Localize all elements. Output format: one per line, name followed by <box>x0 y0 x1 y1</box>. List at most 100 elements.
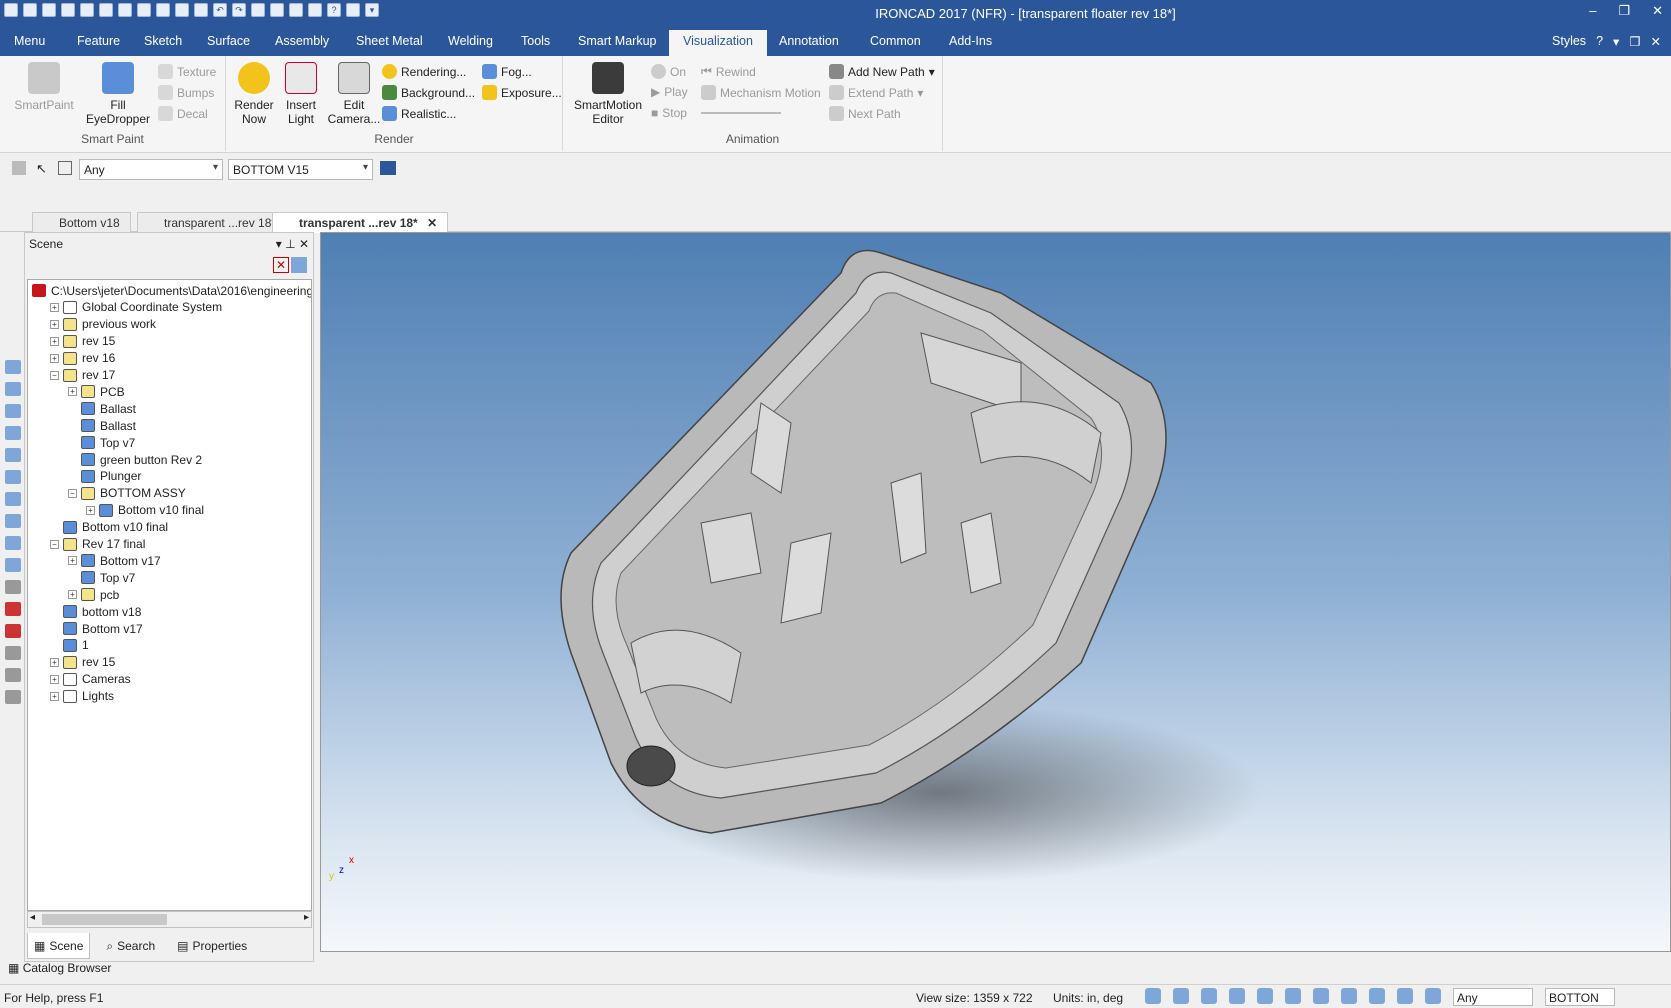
dropdown-icon[interactable]: ▾ <box>276 237 282 251</box>
section-view-icon[interactable] <box>1285 988 1301 1004</box>
zoom-window-icon[interactable] <box>1173 988 1189 1004</box>
decal-button[interactable]: Decal <box>158 106 208 121</box>
render-mode-icon[interactable] <box>1369 988 1385 1004</box>
tab-sketch[interactable]: Sketch <box>144 34 182 48</box>
play-button[interactable]: ▶ Play <box>651 85 688 99</box>
tree-node[interactable]: + rev 15 <box>50 654 115 671</box>
tree-node[interactable]: − rev 17 <box>50 367 115 384</box>
tree-node[interactable]: + Global Coordinate System <box>50 299 222 316</box>
tree-node[interactable]: Bottom v10 final <box>50 519 168 536</box>
tree-node[interactable]: C:\Users\jeter\Documents\Data\2016\engin… <box>32 282 311 299</box>
close-document-icon[interactable]: ✕ <box>1651 34 1661 49</box>
tab-welding[interactable]: Welding <box>448 34 493 48</box>
tree-node[interactable]: + Bottom v17 <box>68 552 161 569</box>
tree-node[interactable]: − BOTTOM ASSY <box>68 485 186 502</box>
3d-viewport[interactable]: x z y <box>320 232 1671 952</box>
select-filter-icon[interactable] <box>12 161 26 175</box>
tree-node[interactable]: + Cameras <box>50 671 131 688</box>
box-select-icon[interactable] <box>58 161 72 175</box>
tree-node[interactable]: green button Rev 2 <box>68 451 202 468</box>
close-icon[interactable]: ✕ <box>299 237 309 251</box>
ribbon-options-icon[interactable]: ▾ <box>1613 34 1619 49</box>
close-icon[interactable]: ✕ <box>427 216 437 230</box>
horizontal-scrollbar[interactable]: ◂ ▸ <box>27 911 312 928</box>
expand-icon[interactable]: + <box>50 691 59 701</box>
filter-icon[interactable] <box>291 257 307 273</box>
tree-node[interactable]: + rev 16 <box>50 350 115 367</box>
tree-node[interactable]: Bottom v17 <box>50 620 143 637</box>
on-button[interactable]: On <box>651 64 686 79</box>
texture-button[interactable]: Texture <box>158 64 216 79</box>
add-new-path-button[interactable]: Add New Path ▾ <box>829 64 935 79</box>
tab-add-ins[interactable]: Add-Ins <box>949 34 992 48</box>
expand-icon[interactable]: + <box>50 336 59 346</box>
tree-node[interactable]: Ballast <box>68 400 136 417</box>
zoom-icon[interactable] <box>1145 988 1161 1004</box>
angle-icon[interactable] <box>5 646 21 660</box>
collapse-icon[interactable]: − <box>50 370 59 380</box>
expand-icon[interactable]: + <box>50 353 59 363</box>
fill-eyedropper-button[interactable]: Fill EyeDropper <box>80 62 156 126</box>
fog-button[interactable]: Fog... <box>482 64 532 79</box>
doc-tab-transparent-2[interactable]: transparent ...rev 18* ✕ <box>272 212 449 233</box>
status-filter-select[interactable]: Any <box>1453 988 1533 1006</box>
tab-common[interactable]: Common <box>870 34 921 48</box>
restore-document-icon[interactable]: ❐ <box>1629 34 1640 49</box>
wireframe-icon[interactable] <box>5 558 21 572</box>
tab-assembly[interactable]: Assembly <box>275 34 329 48</box>
expand-icon[interactable]: + <box>68 556 77 566</box>
restore-icon[interactable]: ❐ <box>1618 3 1630 19</box>
tab-sheet-metal[interactable]: Sheet Metal <box>356 34 423 48</box>
hierarchy-icon[interactable] <box>380 161 396 175</box>
smartpaint-button[interactable]: SmartPaint <box>12 62 76 112</box>
edit-camera-button[interactable]: Edit Camera... <box>326 62 382 126</box>
tree-node[interactable]: Plunger <box>68 468 141 485</box>
camera-view-icon[interactable] <box>1257 988 1273 1004</box>
tree-node[interactable]: + Lights <box>50 688 114 705</box>
scroll-left-icon[interactable]: ◂ <box>30 912 35 923</box>
expand-icon[interactable]: + <box>86 505 95 515</box>
view-select[interactable]: BOTTOM V15 <box>228 159 373 180</box>
rendering-button[interactable]: Rendering... <box>382 64 466 79</box>
tree-node[interactable]: Top v7 <box>68 569 135 586</box>
view-bottom-icon[interactable] <box>5 492 21 506</box>
circle-icon[interactable] <box>5 668 21 682</box>
realistic-button[interactable]: Realistic... <box>382 106 456 121</box>
scroll-thumb[interactable] <box>42 914 167 925</box>
rewind-button[interactable]: ⏮ Rewind <box>701 64 756 79</box>
tree-node[interactable]: + previous work <box>50 316 156 333</box>
view-back-icon[interactable] <box>5 470 21 484</box>
no-icon[interactable] <box>5 690 21 704</box>
view-front-icon[interactable] <box>5 382 21 396</box>
view-left-icon[interactable] <box>5 514 21 528</box>
stop-button[interactable]: ■ Stop <box>651 106 687 120</box>
measure-icon[interactable] <box>5 580 21 594</box>
bumps-button[interactable]: Bumps <box>158 85 214 100</box>
expand-icon[interactable]: + <box>50 657 59 667</box>
tree-node[interactable]: bottom v18 <box>50 603 141 620</box>
doc-tab-transparent-1[interactable]: transparent ...rev 18* <box>137 212 288 232</box>
expand-icon[interactable]: + <box>50 319 59 329</box>
expand-icon[interactable]: + <box>50 302 59 312</box>
extend-path-button[interactable]: Extend Path ▾ <box>829 85 923 100</box>
collapse-icon[interactable]: − <box>50 539 59 549</box>
tree-node[interactable]: + PCB <box>68 383 125 400</box>
view-top-icon[interactable] <box>5 404 21 418</box>
selection-filter-select[interactable]: Any <box>79 159 223 180</box>
tab-annotation[interactable]: Annotation <box>779 34 839 48</box>
doc-tab-bottom-v18[interactable]: Bottom v18 <box>32 212 131 232</box>
close-icon[interactable]: ✕ <box>1652 3 1663 19</box>
glasses-icon[interactable] <box>1313 988 1329 1004</box>
collapse-icon[interactable]: − <box>68 488 77 498</box>
styles-menu[interactable]: Styles <box>1552 34 1586 49</box>
display-mode-icon[interactable] <box>1341 988 1357 1004</box>
status-view-select[interactable]: BOTTON <box>1545 988 1615 1006</box>
select-icon[interactable] <box>1397 988 1413 1004</box>
mechanism-motion-button[interactable]: Mechanism Motion <box>701 85 821 100</box>
tree-node[interactable]: Top v7 <box>68 434 135 451</box>
view-iso-icon[interactable] <box>5 448 21 462</box>
tab-tools[interactable]: Tools <box>521 34 550 48</box>
smartmotion-editor-button[interactable]: SmartMotion Editor <box>573 62 643 126</box>
tab-surface[interactable]: Surface <box>207 34 250 48</box>
view-right-icon[interactable] <box>5 426 21 440</box>
